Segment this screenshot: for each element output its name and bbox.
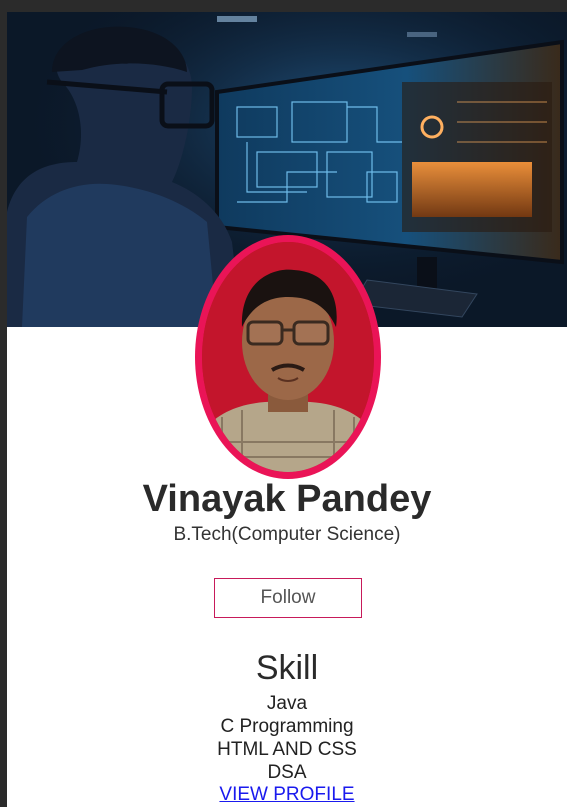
skill-item-c-programming: C Programming xyxy=(220,716,354,737)
profile-card: Vinayak Pandey B.Tech(Computer Science) … xyxy=(7,12,567,807)
skills-list: Java C Programming HTML AND CSS DSA xyxy=(7,692,567,784)
profile-name: Vinayak Pandey xyxy=(142,478,432,520)
avatar-photo xyxy=(202,242,374,472)
view-profile-link[interactable]: VIEW PROFILE xyxy=(219,784,354,805)
follow-button[interactable]: Follow xyxy=(214,578,362,618)
profile-degree: B.Tech(Computer Science) xyxy=(173,524,401,545)
skills-heading: Skill xyxy=(255,649,319,687)
window-frame-left xyxy=(0,0,7,807)
avatar-ring xyxy=(195,235,381,479)
skill-item-dsa: DSA xyxy=(267,762,307,783)
avatar xyxy=(202,242,374,472)
skill-item-html-css: HTML AND CSS xyxy=(217,739,357,760)
view-profile-container: VIEW PROFILE xyxy=(7,783,567,806)
window-frame-top xyxy=(0,0,567,12)
skill-item-java: Java xyxy=(266,693,308,714)
